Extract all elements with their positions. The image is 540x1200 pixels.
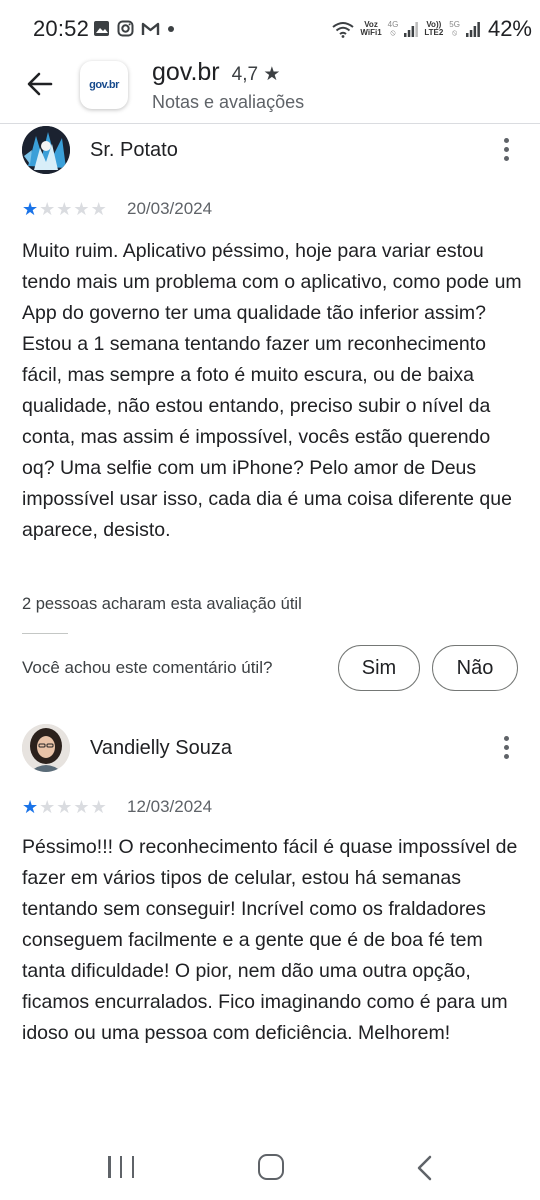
recent-apps-icon[interactable] bbox=[108, 1156, 134, 1180]
reviewer-name: Sr. Potato bbox=[90, 139, 178, 161]
star-empty-icon: ★ bbox=[90, 797, 107, 817]
star-empty-icon: ★ bbox=[39, 199, 56, 219]
review-card: Vandielly Souza ★ ★ ★ ★ ★ 12/03/2024 Péssimo… bbox=[0, 722, 540, 1142]
review-card: Sr. Potato ★ ★ ★ ★ ★ 20/03/2024 Muito ruim. … bbox=[0, 124, 540, 704]
helpful-question: Você achou este comentário útil? bbox=[22, 658, 273, 677]
app-name: gov.br bbox=[152, 58, 220, 86]
app-icon: gov.br bbox=[80, 61, 128, 109]
helpful-count: 2 pessoas acharam esta avaliação útil bbox=[22, 595, 302, 613]
app-header: gov.br gov.br 4,7 ★ Notas e avaliações bbox=[0, 56, 540, 126]
status-bar: 20:52 Voz WiFi1 4G ⦸ Vo)) LTE2 5G ⦸ 42% bbox=[0, 0, 540, 60]
star-empty-icon: ★ bbox=[90, 199, 107, 219]
signal-icon-2 bbox=[465, 21, 480, 37]
reviewer-name: Vandielly Souza bbox=[90, 737, 232, 759]
avatar-image bbox=[22, 724, 70, 772]
star-empty-icon: ★ bbox=[56, 199, 73, 219]
net-4g-label: 4G ⦸ bbox=[387, 20, 399, 37]
app-title-row: gov.br 4,7 ★ bbox=[152, 58, 280, 87]
avatar bbox=[22, 724, 70, 772]
more-dot bbox=[503, 735, 509, 741]
status-right: Voz WiFi1 4G ⦸ Vo)) LTE2 5G ⦸ 42% bbox=[332, 16, 532, 42]
section-divider bbox=[22, 633, 68, 634]
dot-icon bbox=[168, 25, 174, 32]
status-time: 20:52 bbox=[33, 16, 90, 41]
instagram-icon bbox=[117, 20, 134, 37]
signal-icon bbox=[404, 21, 419, 37]
review-date: 12/03/2024 bbox=[127, 797, 213, 816]
voz-wifi-label: Voz WiFi1 bbox=[360, 20, 382, 37]
more-dot bbox=[503, 155, 509, 161]
review-date: 20/03/2024 bbox=[127, 199, 213, 218]
back-button[interactable] bbox=[22, 68, 58, 100]
more-dot bbox=[503, 146, 509, 152]
star-filled-icon: ★ bbox=[22, 797, 39, 817]
more-dot bbox=[503, 744, 509, 750]
app-icon-logo: gov.br bbox=[89, 79, 119, 91]
system-nav-bar bbox=[0, 1140, 540, 1200]
yes-button[interactable]: Sim bbox=[338, 645, 420, 691]
avatar bbox=[22, 126, 70, 174]
star-empty-icon: ★ bbox=[73, 199, 90, 219]
back-icon[interactable] bbox=[412, 1154, 438, 1182]
wifi-icon bbox=[332, 21, 354, 38]
star-rating: ★ ★ ★ ★ ★ bbox=[22, 200, 107, 218]
no-button[interactable]: Não bbox=[432, 645, 518, 691]
more-dot bbox=[503, 753, 509, 759]
star-empty-icon: ★ bbox=[39, 797, 56, 817]
gmail-icon bbox=[141, 22, 160, 35]
page-subtitle: Notas e avaliações bbox=[152, 92, 305, 112]
review-text: Muito ruim. Aplicativo péssimo, hoje par… bbox=[22, 240, 522, 541]
net-5g-label: 5G ⦸ bbox=[449, 20, 460, 37]
image-icon bbox=[94, 21, 109, 36]
star-rating: ★ ★ ★ ★ ★ bbox=[22, 798, 107, 816]
star-empty-icon: ★ bbox=[73, 797, 90, 817]
more-dot bbox=[503, 137, 509, 143]
review-text: Péssimo!!! O reconhecimento fácil é quas… bbox=[22, 836, 518, 1044]
more-options-button[interactable] bbox=[494, 732, 518, 762]
arrow-back-icon bbox=[27, 72, 53, 96]
more-options-button[interactable] bbox=[494, 134, 518, 164]
star-empty-icon: ★ bbox=[56, 797, 73, 817]
battery-level: 42% bbox=[487, 16, 532, 41]
home-icon[interactable] bbox=[258, 1154, 284, 1180]
notification-icons bbox=[93, 20, 175, 37]
app-rating: 4,7 ★ bbox=[231, 64, 281, 85]
avatar-image bbox=[22, 126, 70, 174]
volte-label: Vo)) LTE2 bbox=[424, 20, 444, 37]
star-filled-icon: ★ bbox=[22, 199, 39, 219]
